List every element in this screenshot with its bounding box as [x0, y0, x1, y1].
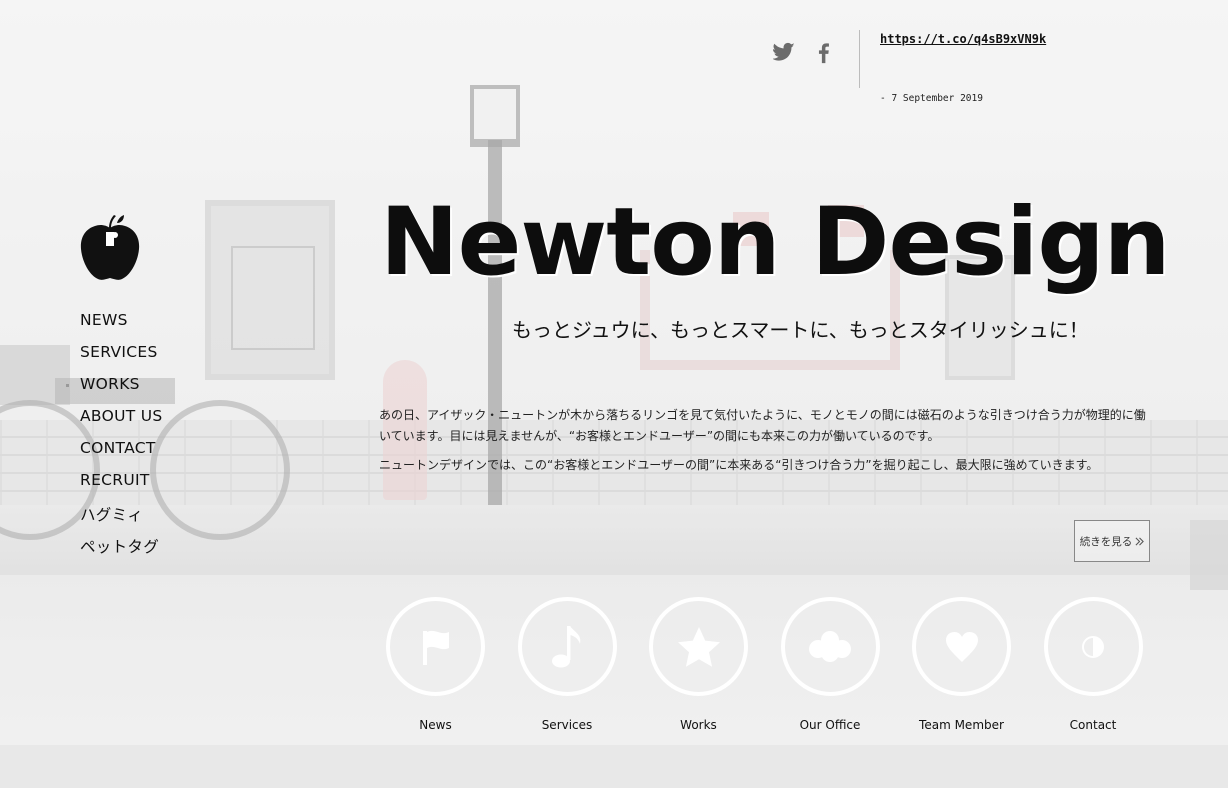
apple-logo[interactable] [78, 208, 142, 282]
half-circle-icon [1082, 635, 1104, 658]
star-icon [677, 626, 720, 667]
circle-button [517, 597, 617, 696]
nav-works[interactable]: WORKS [66, 375, 163, 407]
circle-button [649, 597, 748, 696]
circle-link-services[interactable]: Services [517, 597, 617, 732]
site-title: Newton Design [380, 188, 1171, 297]
circle-label: Our Office [799, 718, 861, 732]
nav-pet-tag[interactable]: ペットタグ [80, 535, 163, 567]
circle-label: News [419, 718, 452, 732]
circle-menu: News Services Works Our Office Team Memb… [386, 597, 1143, 732]
circle-label: Team Member [919, 718, 1004, 732]
intro-text: あの日、アイザック・ニュートンが木から落ちるリンゴを見て気付いたように、モノとモ… [379, 405, 1154, 484]
read-more-label: 続きを見る [1079, 535, 1133, 548]
latest-tweet: https://t.co/q4sB9xVN9k [880, 30, 1046, 48]
divider [859, 30, 860, 88]
nav-contact[interactable]: CONTACT [80, 439, 163, 471]
circle-label: Services [541, 718, 593, 732]
nav-hagumii[interactable]: ハグミィ [80, 503, 163, 535]
intro-paragraph-1: あの日、アイザック・ニュートンが木から落ちるリンゴを見て気付いたように、モノとモ… [379, 408, 1146, 443]
tagline: もっとジュウに、もっとスマートに、もっとスタイリッシュに！ [512, 318, 1089, 342]
facebook-icon[interactable] [813, 42, 835, 64]
circle-link-news[interactable]: News [386, 597, 485, 732]
tweet-date: - 7 September 2019 [880, 93, 983, 104]
nav-about-us[interactable]: ABOUT US [80, 407, 163, 439]
circle-link-team-member[interactable]: Team Member [912, 597, 1011, 732]
tweet-link[interactable]: https://t.co/q4sB9xVN9k [880, 32, 1046, 46]
social-links [772, 42, 835, 64]
twitter-icon[interactable] [772, 42, 795, 64]
circle-link-works[interactable]: Works [649, 597, 748, 732]
nav-services[interactable]: SERVICES [80, 343, 163, 375]
nav-recruit[interactable]: RECRUIT [80, 471, 163, 503]
heart-icon [945, 631, 978, 662]
nav-news[interactable]: NEWS [80, 311, 163, 343]
cloud-icon [809, 630, 851, 662]
circle-label: Works [680, 718, 717, 732]
circle-button [912, 597, 1011, 696]
circle-label: Contact [1069, 718, 1117, 732]
read-more-button[interactable]: 続きを見る [1074, 520, 1150, 562]
double-chevron-right-icon [1135, 537, 1145, 545]
circle-button [386, 597, 485, 696]
circle-link-our-office[interactable]: Our Office [780, 597, 880, 732]
circle-button [780, 597, 880, 696]
circle-button [1043, 597, 1143, 696]
side-navigation: NEWS SERVICES WORKS ABOUT US CONTACT REC… [66, 311, 163, 567]
music-note-icon [552, 625, 581, 667]
flag-icon [422, 630, 449, 665]
circle-link-contact[interactable]: Contact [1043, 597, 1143, 732]
intro-paragraph-2: ニュートンデザインでは、この“お客様とエンドユーザーの間”に本来ある“引きつけ合… [379, 458, 1099, 472]
